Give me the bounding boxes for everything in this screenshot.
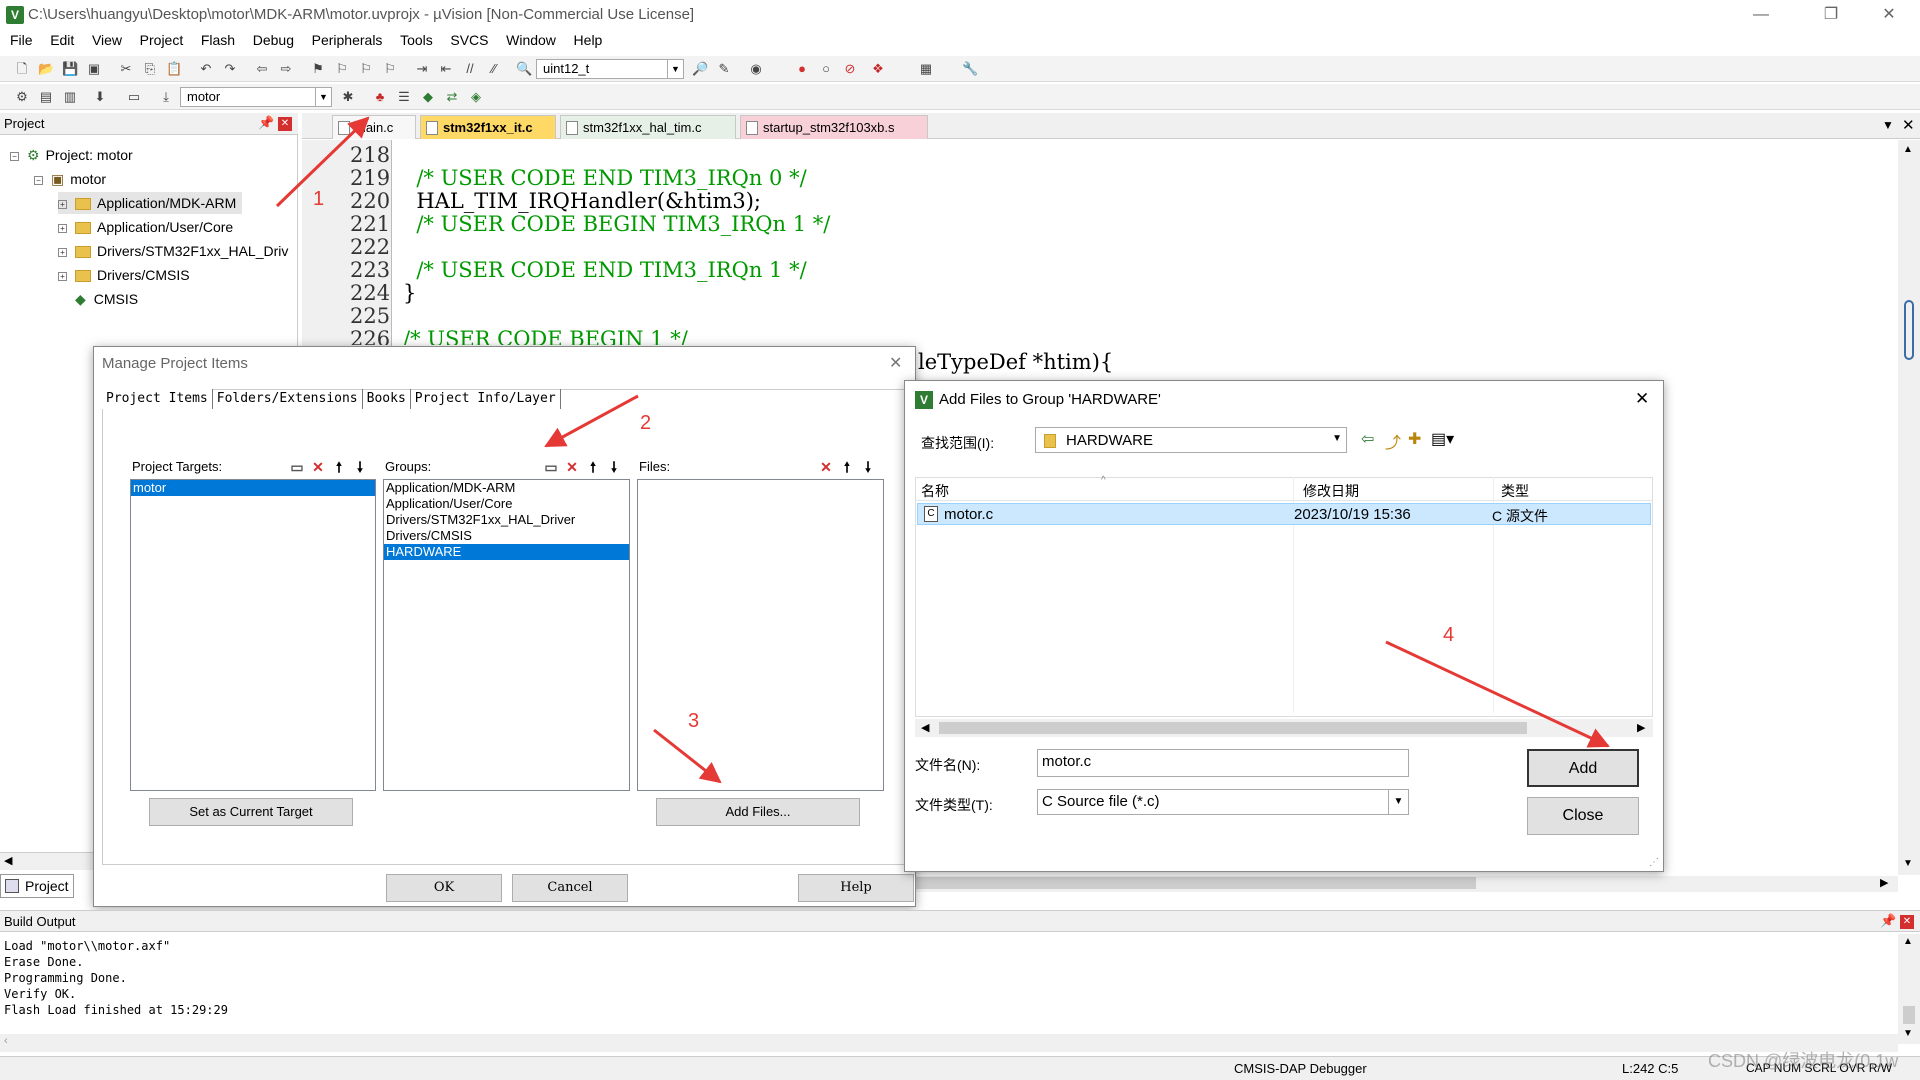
status-debugger: CMSIS-DAP Debugger: [1234, 1061, 1367, 1076]
build-output-panel: Build Output 📌 ✕ Load "motor\\motor.axf"…: [0, 910, 1920, 1055]
status-position: L:242 C:5: [1622, 1061, 1679, 1076]
scroll-thumb[interactable]: [1903, 1006, 1915, 1024]
annotation-arrow-4: [1385, 640, 1610, 748]
status-bar: CMSIS-DAP Debugger L:242 C:5 CAP NUM SCR…: [0, 1056, 1920, 1080]
build-output-line: Erase Done.: [4, 955, 84, 969]
build-output-hscrollbar[interactable]: ‹: [0, 1034, 1898, 1052]
scroll-left-icon[interactable]: ‹: [4, 1035, 8, 1047]
annotation-arrow-2: [544, 394, 639, 448]
watermark: CSDN @绿波电龙(0.1w: [1708, 1051, 1899, 1071]
annotation-arrow-3: [653, 728, 722, 784]
build-output-header: Build Output 📌 ✕: [0, 910, 1920, 932]
annotation-label-2: 2: [640, 412, 652, 434]
build-output-title: Build Output: [4, 914, 76, 929]
scroll-up-icon[interactable]: ▲: [1903, 936, 1913, 947]
build-output-line: Programming Done.: [4, 971, 127, 985]
build-output-text: Load "motor\\motor.axf" Erase Done. Prog…: [4, 938, 228, 1018]
annotation-label-4: 4: [1443, 624, 1455, 646]
build-output-line: Load "motor\\motor.axf": [4, 939, 171, 953]
build-output-vscrollbar[interactable]: ▲ ▼: [1898, 934, 1920, 1044]
close-icon[interactable]: ✕: [1900, 915, 1914, 929]
build-output-line: Flash Load finished at 15:29:29: [4, 1003, 228, 1017]
build-output-line: Verify OK.: [4, 987, 77, 1001]
annotation-label-1: 1: [313, 188, 325, 210]
pin-icon[interactable]: 📌: [1880, 913, 1896, 929]
scroll-down-icon[interactable]: ▼: [1903, 1028, 1913, 1039]
annotation-label-3: 3: [688, 710, 700, 732]
